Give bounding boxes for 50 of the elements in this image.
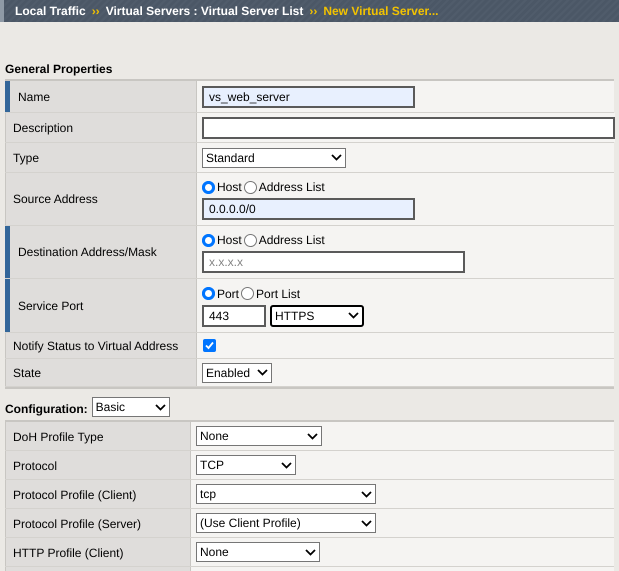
field-label: Protocol bbox=[5, 451, 191, 479]
port-field[interactable]: 443 bbox=[202, 304, 266, 326]
radio-option[interactable]: Host bbox=[202, 178, 242, 196]
field-label: State bbox=[5, 359, 197, 386]
field-label: Notify Status to Virtual Address bbox=[5, 333, 197, 358]
select-dropdown[interactable]: None bbox=[196, 542, 320, 562]
chevron-down-icon bbox=[305, 548, 316, 556]
configuration-dropdown[interactable]: Basic bbox=[92, 397, 170, 417]
field-label: Service Port bbox=[5, 279, 197, 332]
select-dropdown[interactable]: Enabled bbox=[202, 362, 272, 382]
select-dropdown[interactable]: Standard bbox=[202, 148, 346, 168]
chevron-down-icon bbox=[307, 432, 318, 440]
field-label: Protocol Profile (Server) bbox=[5, 509, 191, 537]
radio-option[interactable]: Address List bbox=[244, 231, 325, 249]
field-label: Source Address bbox=[5, 173, 197, 225]
address-field[interactable]: x.x.x.x bbox=[202, 251, 465, 273]
chevron-down-icon bbox=[361, 490, 372, 498]
text-field[interactable]: vs_web_server bbox=[202, 86, 415, 108]
radio-option[interactable]: Port List bbox=[241, 284, 300, 302]
radio-option[interactable]: Address List bbox=[244, 178, 325, 196]
chevron-down-icon bbox=[361, 520, 372, 526]
chevron-down-icon bbox=[281, 462, 292, 468]
service-dropdown[interactable]: HTTPS bbox=[270, 304, 364, 326]
breadcrumb-separator: ›› bbox=[92, 3, 100, 20]
radio-option[interactable]: Port bbox=[202, 284, 240, 302]
field-label: Destination Address/Mask bbox=[5, 226, 197, 278]
select-dropdown[interactable]: TCP bbox=[196, 455, 296, 475]
field-label: Description bbox=[5, 113, 197, 142]
field-label: Type bbox=[5, 143, 197, 172]
chevron-down-icon bbox=[257, 369, 268, 376]
field-label: Protocol Profile (Client) bbox=[5, 480, 191, 508]
select-dropdown[interactable]: (Use Client Profile) bbox=[196, 513, 376, 533]
radio-option[interactable]: Host bbox=[202, 231, 242, 249]
breadcrumb-item[interactable]: Local Traffic bbox=[15, 2, 86, 20]
chevron-down-icon bbox=[331, 154, 342, 161]
chevron-down-icon bbox=[154, 404, 166, 410]
chevron-down-icon bbox=[348, 312, 359, 319]
field-label: Name bbox=[5, 81, 197, 112]
section-heading: Configuration: bbox=[5, 401, 88, 418]
breadcrumb-item[interactable]: New Virtual Server... bbox=[323, 2, 439, 20]
select-dropdown[interactable]: None bbox=[196, 426, 322, 446]
address-field[interactable]: 0.0.0.0/0 bbox=[202, 198, 415, 220]
breadcrumb-item[interactable]: Virtual Servers : Virtual Server List bbox=[106, 2, 304, 20]
field-label: DoH Profile Type bbox=[5, 422, 191, 450]
checkbox[interactable] bbox=[203, 339, 216, 352]
select-dropdown[interactable]: tcp bbox=[196, 484, 376, 504]
breadcrumb-separator: ›› bbox=[309, 3, 318, 20]
text-field[interactable] bbox=[202, 116, 615, 138]
section-heading: General Properties bbox=[4, 61, 114, 78]
field-label: HTTP Profile (Client) bbox=[5, 538, 191, 566]
